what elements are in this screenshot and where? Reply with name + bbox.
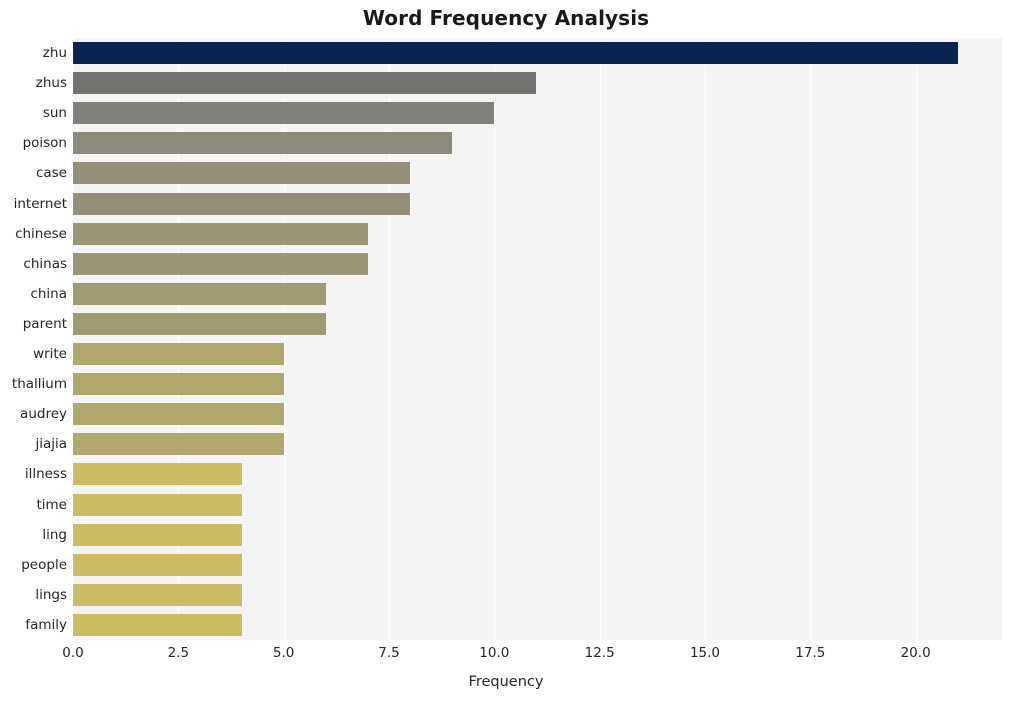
x-tick-label: 0.0 [62, 645, 84, 661]
y-tick-label: thallium [11, 376, 67, 393]
y-axis-tick-labels: zhu zhus sun poison case internet chinese china… [0, 38, 67, 640]
x-tick-label: 10.0 [479, 645, 510, 661]
plot-area [73, 38, 1002, 640]
x-tick-label: 2.5 [167, 645, 190, 661]
y-tick-label: zhu [42, 45, 67, 62]
bar [73, 613, 242, 636]
chart-title: Word Frequency Analysis [362, 6, 650, 30]
y-tick-label: ling [42, 526, 67, 543]
bar [73, 162, 411, 185]
y-tick-label: family [25, 616, 67, 633]
y-tick-label: audrey [20, 406, 67, 423]
word-frequency-bar-chart: Word Frequency Analysis zhu zhus sun poison… [0, 0, 1012, 701]
y-tick-label: lings [35, 586, 67, 603]
bar [73, 343, 284, 366]
bars-layer [73, 38, 1002, 640]
y-tick-label: zhus [35, 75, 67, 92]
y-tick-label: chinas [23, 255, 67, 272]
y-tick-label: case [35, 165, 67, 182]
bar [73, 42, 958, 65]
bar [73, 252, 368, 275]
x-tick-label: 15.0 [689, 645, 720, 661]
y-tick-label: time [36, 496, 67, 513]
x-tick-label: 7.5 [378, 645, 400, 661]
x-tick-label: 5.0 [272, 645, 295, 661]
x-tick-label: 20.0 [900, 645, 931, 661]
bar [73, 132, 453, 155]
bar [73, 192, 411, 215]
y-tick-label: jiajia [35, 436, 67, 453]
y-tick-label: people [21, 556, 67, 573]
y-tick-label: write [33, 346, 67, 363]
bar [73, 583, 242, 606]
y-tick-label: sun [42, 105, 67, 122]
x-tick-label: 17.5 [795, 645, 826, 661]
bar [73, 433, 284, 456]
bar [73, 463, 242, 486]
bar [73, 493, 242, 516]
y-tick-label: illness [24, 466, 67, 483]
y-tick-label: china [30, 285, 67, 302]
y-tick-label: poison [22, 135, 67, 152]
x-axis-tick-labels: 0.0 2.5 5.0 7.5 10.0 12.5 15.0 17.5 20.0 [0, 645, 1012, 667]
bar [73, 373, 284, 396]
y-tick-label: parent [22, 315, 67, 332]
bar [73, 553, 242, 576]
bar [73, 222, 368, 245]
bar [73, 102, 495, 125]
bar [73, 523, 242, 546]
bar [73, 403, 284, 426]
bar [73, 312, 326, 335]
x-axis-title: Frequency [468, 674, 544, 690]
y-tick-label: chinese [15, 225, 67, 242]
y-tick-label: internet [13, 195, 67, 212]
bar [73, 282, 326, 305]
bar [73, 72, 537, 95]
x-tick-label: 12.5 [584, 645, 615, 661]
